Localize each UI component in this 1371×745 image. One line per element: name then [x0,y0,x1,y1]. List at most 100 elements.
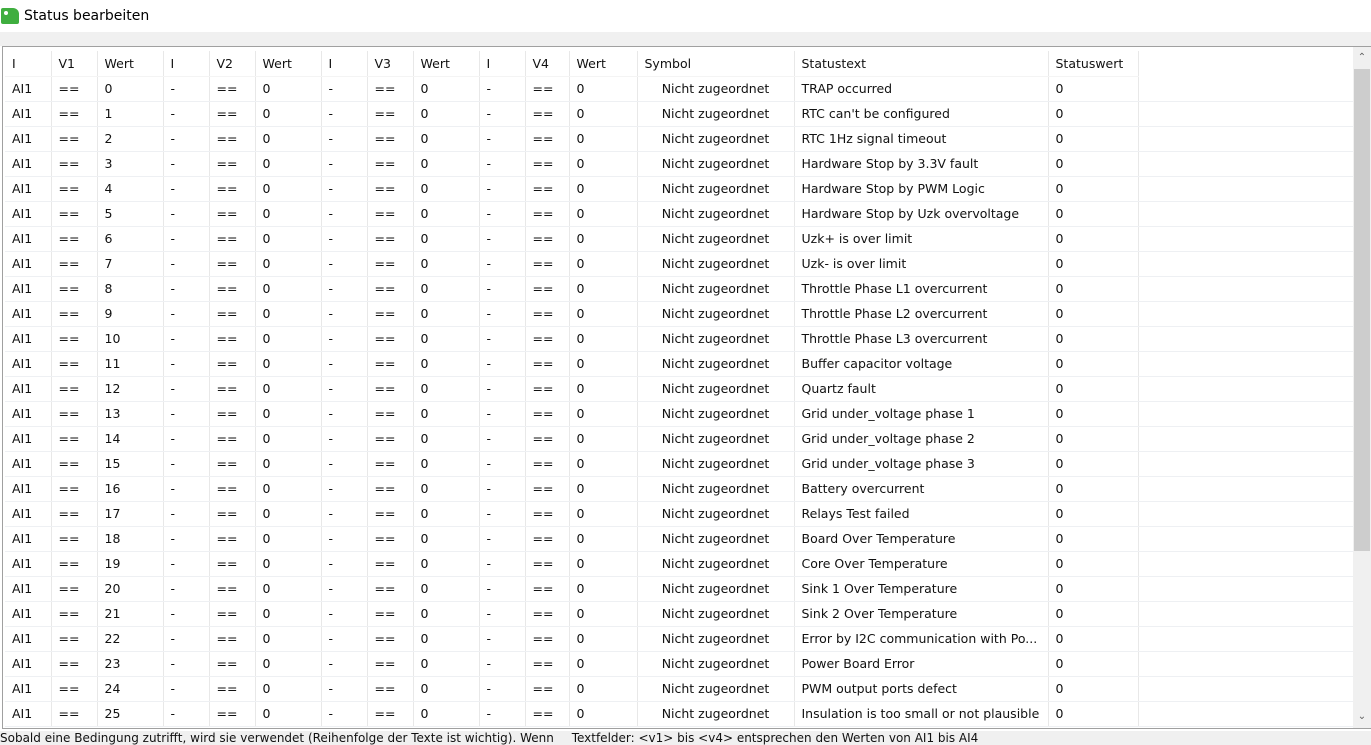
cell-wert4[interactable]: 0 [569,626,638,652]
cell-symbol[interactable]: Nicht zugeordnet [637,651,795,677]
table-row[interactable]: AI1 == 16- == 0- == 0- == 0 Nicht zugeordnet Batte… [5,476,1354,502]
cell-wert3[interactable]: 0 [413,576,480,602]
cell-symbol[interactable]: Nicht zugeordnet [637,276,795,302]
cell-wert3[interactable]: 0 [413,476,480,502]
cell-v4[interactable]: == [525,401,570,427]
cell-v3[interactable]: == [367,551,414,577]
table-row[interactable]: AI1 == 2- == 0- == 0- == 0 Nicht zugeordnet RTC 1H… [5,126,1354,152]
cell-v3[interactable]: == [367,301,414,327]
cell-wert1[interactable]: 11 [97,351,164,377]
cell-statustext[interactable]: Hardware Stop by Uzk overvoltage [794,201,1049,227]
cell-i3[interactable]: - [321,151,368,177]
cell-wert4[interactable]: 0 [569,601,638,627]
cell-i3[interactable]: - [321,626,368,652]
cell-wert1[interactable]: 12 [97,376,164,402]
cell-statuswert[interactable]: 0 [1048,426,1139,452]
cell-wert2[interactable]: 0 [255,101,322,127]
cell-v2[interactable]: == [209,626,256,652]
cell-statuswert[interactable]: 0 [1048,226,1139,252]
cell-wert3[interactable]: 0 [413,176,480,202]
cell-symbol[interactable]: Nicht zugeordnet [637,76,795,102]
cell-i2[interactable]: - [163,201,210,227]
cell-i4[interactable]: - [479,526,526,552]
cell-i2[interactable]: - [163,276,210,302]
cell-v2[interactable]: == [209,576,256,602]
cell-i2[interactable]: - [163,226,210,252]
table-row[interactable]: AI1 == 5- == 0- == 0- == 0 Nicht zugeordnet Hardwa… [5,201,1354,227]
cell-i4[interactable]: - [479,326,526,352]
cell-i2[interactable]: - [163,476,210,502]
cell-v2[interactable]: == [209,676,256,702]
cell-v3[interactable]: == [367,126,414,152]
cell-v3[interactable]: == [367,251,414,277]
cell-wert3[interactable]: 0 [413,201,480,227]
cell-wert1[interactable]: 9 [97,301,164,327]
column-header-wert2[interactable]: Wert [255,51,322,77]
cell-symbol[interactable]: Nicht zugeordnet [637,126,795,152]
cell-symbol[interactable]: Nicht zugeordnet [637,401,795,427]
cell-wert2[interactable]: 0 [255,126,322,152]
cell-wert2[interactable]: 0 [255,326,322,352]
column-header-symbol[interactable]: Symbol [637,51,795,77]
cell-wert4[interactable]: 0 [569,276,638,302]
cell-symbol[interactable]: Nicht zugeordnet [637,551,795,577]
cell-v4[interactable]: == [525,76,570,102]
cell-wert1[interactable]: 5 [97,201,164,227]
cell-wert2[interactable]: 0 [255,501,322,527]
cell-symbol[interactable]: Nicht zugeordnet [637,626,795,652]
cell-wert1[interactable]: 19 [97,551,164,577]
cell-i2[interactable]: - [163,526,210,552]
cell-i4[interactable]: - [479,601,526,627]
cell-i3[interactable]: - [321,376,368,402]
cell-wert3[interactable]: 0 [413,151,480,177]
cell-v1[interactable]: == [51,651,98,677]
table-row[interactable]: AI1 == 14- == 0- == 0- == 0 Nicht zugeordnet Grid … [5,426,1354,452]
cell-v1[interactable]: == [51,226,98,252]
cell-i3[interactable]: - [321,701,368,727]
cell-v2[interactable]: == [209,251,256,277]
cell-wert2[interactable]: 0 [255,201,322,227]
table-row[interactable]: AI1 == 15- == 0- == 0- == 0 Nicht zugeordnet Grid … [5,451,1354,477]
cell-v4[interactable]: == [525,426,570,452]
cell-i4[interactable]: - [479,701,526,727]
cell-statuswert[interactable]: 0 [1048,126,1139,152]
cell-statustext[interactable]: Uzk- is over limit [794,251,1049,277]
cell-v3[interactable]: == [367,326,414,352]
cell-statuswert[interactable]: 0 [1048,701,1139,727]
cell-v4[interactable]: == [525,326,570,352]
cell-wert1[interactable]: 20 [97,576,164,602]
cell-v1[interactable]: == [51,351,98,377]
cell-i4[interactable]: - [479,76,526,102]
cell-i3[interactable]: - [321,301,368,327]
cell-v1[interactable]: == [51,151,98,177]
cell-i4[interactable]: - [479,276,526,302]
cell-v1[interactable]: == [51,101,98,127]
cell-symbol[interactable]: Nicht zugeordnet [637,426,795,452]
cell-v3[interactable]: == [367,476,414,502]
cell-wert2[interactable]: 0 [255,226,322,252]
cell-v4[interactable]: == [525,626,570,652]
cell-symbol[interactable]: Nicht zugeordnet [637,451,795,477]
cell-v2[interactable]: == [209,226,256,252]
cell-wert3[interactable]: 0 [413,351,480,377]
cell-symbol[interactable]: Nicht zugeordnet [637,326,795,352]
table-row[interactable]: AI1 == 8- == 0- == 0- == 0 Nicht zugeordnet Thrott… [5,276,1354,302]
cell-i4[interactable]: - [479,301,526,327]
cell-v4[interactable]: == [525,176,570,202]
cell-i1[interactable]: AI1 [5,301,52,327]
cell-v1[interactable]: == [51,576,98,602]
cell-v1[interactable]: == [51,401,98,427]
cell-i2[interactable]: - [163,301,210,327]
cell-v2[interactable]: == [209,551,256,577]
cell-wert3[interactable]: 0 [413,101,480,127]
cell-i2[interactable]: - [163,351,210,377]
cell-v4[interactable]: == [525,526,570,552]
cell-i3[interactable]: - [321,326,368,352]
cell-wert2[interactable]: 0 [255,76,322,102]
cell-statustext[interactable]: Quartz fault [794,376,1049,402]
cell-i4[interactable]: - [479,251,526,277]
cell-statustext[interactable]: Power Board Error [794,651,1049,677]
scrollbar-thumb[interactable] [1354,69,1370,551]
cell-symbol[interactable]: Nicht zugeordnet [637,701,795,727]
column-header-wert1[interactable]: Wert [97,51,164,77]
